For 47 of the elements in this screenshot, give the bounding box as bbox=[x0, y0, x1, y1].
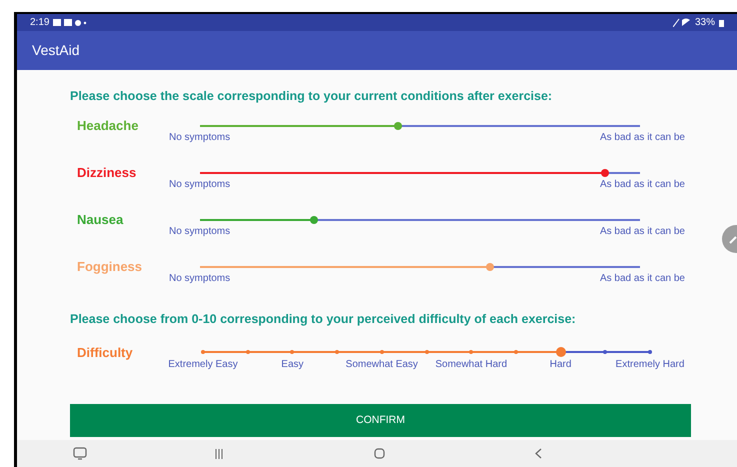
confirm-button[interactable]: CONFIRM bbox=[70, 404, 691, 437]
symptom-label: Fogginess bbox=[77, 258, 144, 276]
tick-mark bbox=[514, 350, 518, 354]
max-caption: As bad as it can be bbox=[600, 225, 685, 239]
difficulty-label: Difficulty bbox=[77, 344, 134, 362]
symptom-label: Dizziness bbox=[77, 164, 138, 182]
symptom-label: Nausea bbox=[77, 211, 124, 229]
scale-label: Somewhat Hard bbox=[435, 358, 508, 372]
tick-mark bbox=[290, 350, 294, 354]
min-caption: No symptoms bbox=[169, 178, 230, 192]
section-heading: Please choose the scale corresponding to your current conditions after exercise: bbox=[70, 88, 554, 105]
scale-label: Hard bbox=[550, 358, 572, 372]
scale-label: Extremely Hard bbox=[616, 358, 684, 372]
scale-label: Easy bbox=[281, 358, 304, 372]
tick-mark bbox=[201, 350, 205, 354]
battery-icon bbox=[719, 18, 724, 26]
tick-mark bbox=[648, 350, 652, 354]
status-time: 2:19 bbox=[30, 16, 50, 30]
slider-thumb[interactable] bbox=[600, 169, 609, 177]
floating-button[interactable] bbox=[722, 225, 737, 253]
tick-mark bbox=[424, 350, 428, 354]
home-icon[interactable] bbox=[374, 448, 385, 459]
tick-mark bbox=[335, 350, 340, 354]
screen-icon[interactable] bbox=[73, 447, 87, 460]
tick-mark bbox=[469, 350, 474, 354]
max-caption: As bad as it can be bbox=[600, 178, 685, 192]
back-icon[interactable] bbox=[535, 448, 542, 459]
tick-mark bbox=[380, 350, 384, 354]
max-caption: As bad as it can be bbox=[600, 131, 685, 145]
slider-thumb[interactable] bbox=[394, 122, 402, 130]
tick-mark bbox=[246, 350, 250, 354]
symptom-label: Headache bbox=[77, 117, 140, 135]
min-caption: No symptoms bbox=[169, 225, 230, 239]
section-heading: Please choose from 0-10 corresponding to your perceived difficulty of each exercise: bbox=[70, 311, 577, 328]
app-title: VestAid bbox=[32, 41, 80, 60]
slider-thumb[interactable] bbox=[310, 216, 318, 224]
slider-thumb[interactable] bbox=[486, 263, 494, 271]
min-caption: No symptoms bbox=[169, 131, 230, 145]
min-caption: No symptoms bbox=[169, 272, 230, 286]
scale-label: Somewhat Easy bbox=[346, 358, 418, 372]
max-caption: As bad as it can be bbox=[600, 272, 685, 286]
tick-mark bbox=[603, 350, 608, 354]
battery-percent: 33% bbox=[694, 16, 715, 30]
notification-icons bbox=[53, 18, 88, 26]
scale-label: Extremely Easy bbox=[168, 358, 238, 372]
slider-thumb[interactable] bbox=[556, 347, 566, 357]
recent-apps-icon[interactable] bbox=[214, 448, 224, 458]
